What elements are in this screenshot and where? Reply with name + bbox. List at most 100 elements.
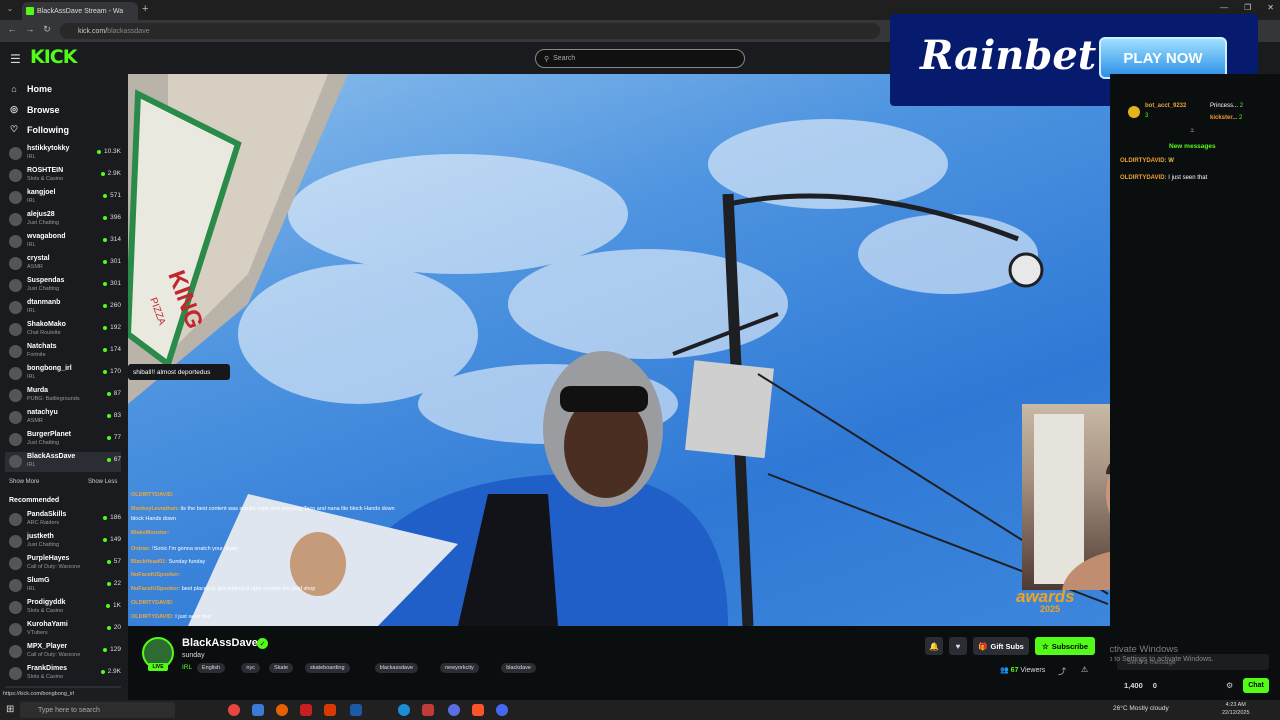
streamer-name[interactable]: BlackAssDave — [182, 637, 258, 649]
channel-row[interactable]: justketh Just Chatting 149 — [9, 532, 121, 552]
top-user-1[interactable]: bot_acct_9232 — [1145, 103, 1186, 109]
channel-row[interactable]: Natchats Fortnite 174 — [9, 342, 121, 362]
nav-browse[interactable]: ◎ Browse — [9, 104, 59, 115]
app-icon[interactable] — [496, 704, 508, 716]
channel-row[interactable]: Murda PUBG: Battlegrounds 87 — [9, 386, 121, 406]
channel-viewers: 186 — [103, 514, 121, 521]
channel-row[interactable]: KurohaYami VTubers 20 — [9, 620, 121, 640]
stream-tag[interactable]: newyorkcity — [440, 663, 479, 673]
play-now-button[interactable]: PLAY NOW — [1099, 37, 1227, 79]
settings-icon[interactable]: ⚙ — [1226, 681, 1233, 690]
bell-icon[interactable]: 🔔 — [925, 637, 943, 655]
minimize-icon[interactable]: — — [1220, 3, 1228, 12]
channel-name: hstikkytokky — [27, 145, 70, 152]
channel-row[interactable]: MPX_Player Call of Duty: Warzone 129 — [9, 642, 121, 662]
channel-name: dtanmanb — [27, 299, 61, 306]
channel-category: IRL — [27, 462, 36, 468]
stream-category[interactable]: IRL — [182, 664, 192, 671]
live-dot-icon — [100, 669, 105, 674]
live-dot-icon — [106, 581, 111, 586]
nav-following[interactable]: ♡ Following — [9, 124, 69, 135]
channel-row[interactable]: Suspendas Just Chatting 301 — [9, 276, 121, 296]
menu-icon[interactable]: ☰ — [10, 52, 21, 66]
channel-category: Just Chatting — [27, 220, 60, 226]
channel-name: PurpleHayes — [27, 555, 70, 562]
channel-row[interactable]: FrankDimes Slots & Casino 2.9K — [9, 664, 121, 684]
url-field[interactable]: kick.com/blackassdave — [60, 23, 880, 39]
subscribe-button[interactable]: ☆ Subscribe — [1035, 637, 1095, 655]
channel-row[interactable]: hstikkytokky IRL 10.3K — [9, 144, 121, 164]
app-icon[interactable] — [252, 704, 264, 716]
close-icon[interactable]: ✕ — [1267, 3, 1274, 12]
channel-avatar — [9, 623, 22, 636]
channel-row[interactable]: BurgerPlanet Just Chatting 77 — [9, 430, 121, 450]
app-icon[interactable] — [422, 704, 434, 716]
weather-widget[interactable]: 26°C Mostly cloudy — [1113, 705, 1169, 712]
search-input[interactable]: ⚲ Search — [535, 49, 745, 68]
channel-viewers: 57 — [106, 558, 121, 565]
tab-title: BlackAssDave Stream - Wa — [37, 7, 124, 15]
channel-row[interactable]: PandaSkills ARC Raiders 186 — [9, 510, 121, 530]
follow-heart-icon[interactable]: ♥ — [949, 637, 967, 655]
channel-row[interactable]: bongbong_irl IRL 170 — [9, 364, 121, 384]
channel-row[interactable]: alejus28 Just Chatting 396 — [9, 210, 121, 230]
channel-row[interactable]: PurpleHayes Call of Duty: Warzone 57 — [9, 554, 121, 574]
channel-row[interactable]: kangjoel IRL 571 — [9, 188, 121, 208]
channel-row[interactable]: natachyu ASMR 83 — [9, 408, 121, 428]
report-icon[interactable]: ⚠ — [1081, 665, 1088, 674]
show-less-button[interactable]: Show Less — [88, 479, 117, 485]
share-icon[interactable]: ⤴ — [1058, 666, 1066, 677]
chat-points[interactable]: 1,400 0 — [1124, 681, 1157, 690]
stream-tag[interactable]: nyc — [241, 663, 260, 673]
reload-icon[interactable]: ↻ — [41, 24, 53, 36]
stream-tag[interactable]: skateboarding — [305, 663, 350, 673]
activate-windows-sub: Go to Settings to activate Windows. — [1103, 656, 1214, 663]
maximize-icon[interactable]: ❐ — [1244, 3, 1251, 12]
top-user-3[interactable]: kickster... 2 — [1210, 115, 1242, 121]
tab-search-icon[interactable]: ⌄ — [4, 4, 16, 16]
new-messages-label[interactable]: New messages — [1169, 143, 1216, 150]
stream-tag[interactable]: blackassdave — [374, 663, 418, 673]
channel-row[interactable]: SlumG IRL 22 — [9, 576, 121, 596]
channel-row[interactable]: ROSHTEIN Slots & Casino 2.9K — [9, 166, 121, 186]
channel-category: Call of Duty: Warzone — [27, 652, 81, 658]
back-icon[interactable]: ← — [6, 24, 18, 36]
channel-category: ASMR — [27, 264, 43, 270]
kick-logo[interactable]: KICK — [30, 46, 77, 68]
show-more-button[interactable]: Show More — [9, 479, 39, 485]
taskbar-search[interactable]: Type here to search — [20, 702, 175, 718]
expand-icon[interactable]: ⩡ — [1190, 126, 1195, 136]
video-player[interactable]: KING PIZZA awards 2025 — [128, 74, 1110, 626]
chat-send-button[interactable]: Chat — [1243, 678, 1269, 693]
overlay-chat-line: OLDIRTYDAVID: — [131, 600, 174, 606]
top-user-2[interactable]: Princess... 2 — [1210, 103, 1243, 109]
chrome-icon[interactable] — [228, 704, 240, 716]
steam-icon[interactable] — [350, 704, 362, 716]
brave-icon[interactable] — [472, 704, 484, 716]
channel-row[interactable]: Prodigyddk Slots & Casino 1K — [9, 598, 121, 618]
channel-category: IRL — [27, 154, 36, 160]
gift-subs-button[interactable]: 🎁 Gift Subs — [973, 637, 1029, 655]
channel-viewers: 10.3K — [97, 148, 121, 155]
channel-row[interactable]: dtanmanb IRL 260 — [9, 298, 121, 318]
channel-name: alejus28 — [27, 211, 55, 218]
stream-tag[interactable]: blackdave — [501, 663, 536, 673]
app-icon[interactable] — [324, 704, 336, 716]
channel-row[interactable]: wvagabond IRL 314 — [9, 232, 121, 252]
channel-row[interactable]: BlackAssDave IRL 67 — [5, 452, 121, 472]
channel-row[interactable]: crystal ASMR 301 — [9, 254, 121, 274]
stream-tag[interactable]: English — [197, 663, 226, 673]
browser-tab[interactable]: BlackAssDave Stream - Wa — [22, 2, 138, 20]
new-tab-icon[interactable]: + — [142, 3, 154, 17]
forward-icon[interactable]: → — [24, 24, 36, 36]
app-icon[interactable] — [448, 704, 460, 716]
nav-home[interactable]: ⌂ Home — [9, 84, 52, 94]
firefox-icon[interactable] — [276, 704, 288, 716]
channel-row[interactable]: ShakoMako Chat Roulette 192 — [9, 320, 121, 340]
channel-viewers: 67 — [106, 456, 121, 463]
taskbar-clock[interactable]: 4:23 AM 22/12/2025 — [1222, 701, 1250, 717]
windows-start-icon[interactable]: ⊞ — [6, 704, 14, 715]
edge-icon[interactable] — [398, 704, 410, 716]
stream-tag[interactable]: Skate — [269, 663, 294, 673]
app-icon[interactable] — [300, 704, 312, 716]
